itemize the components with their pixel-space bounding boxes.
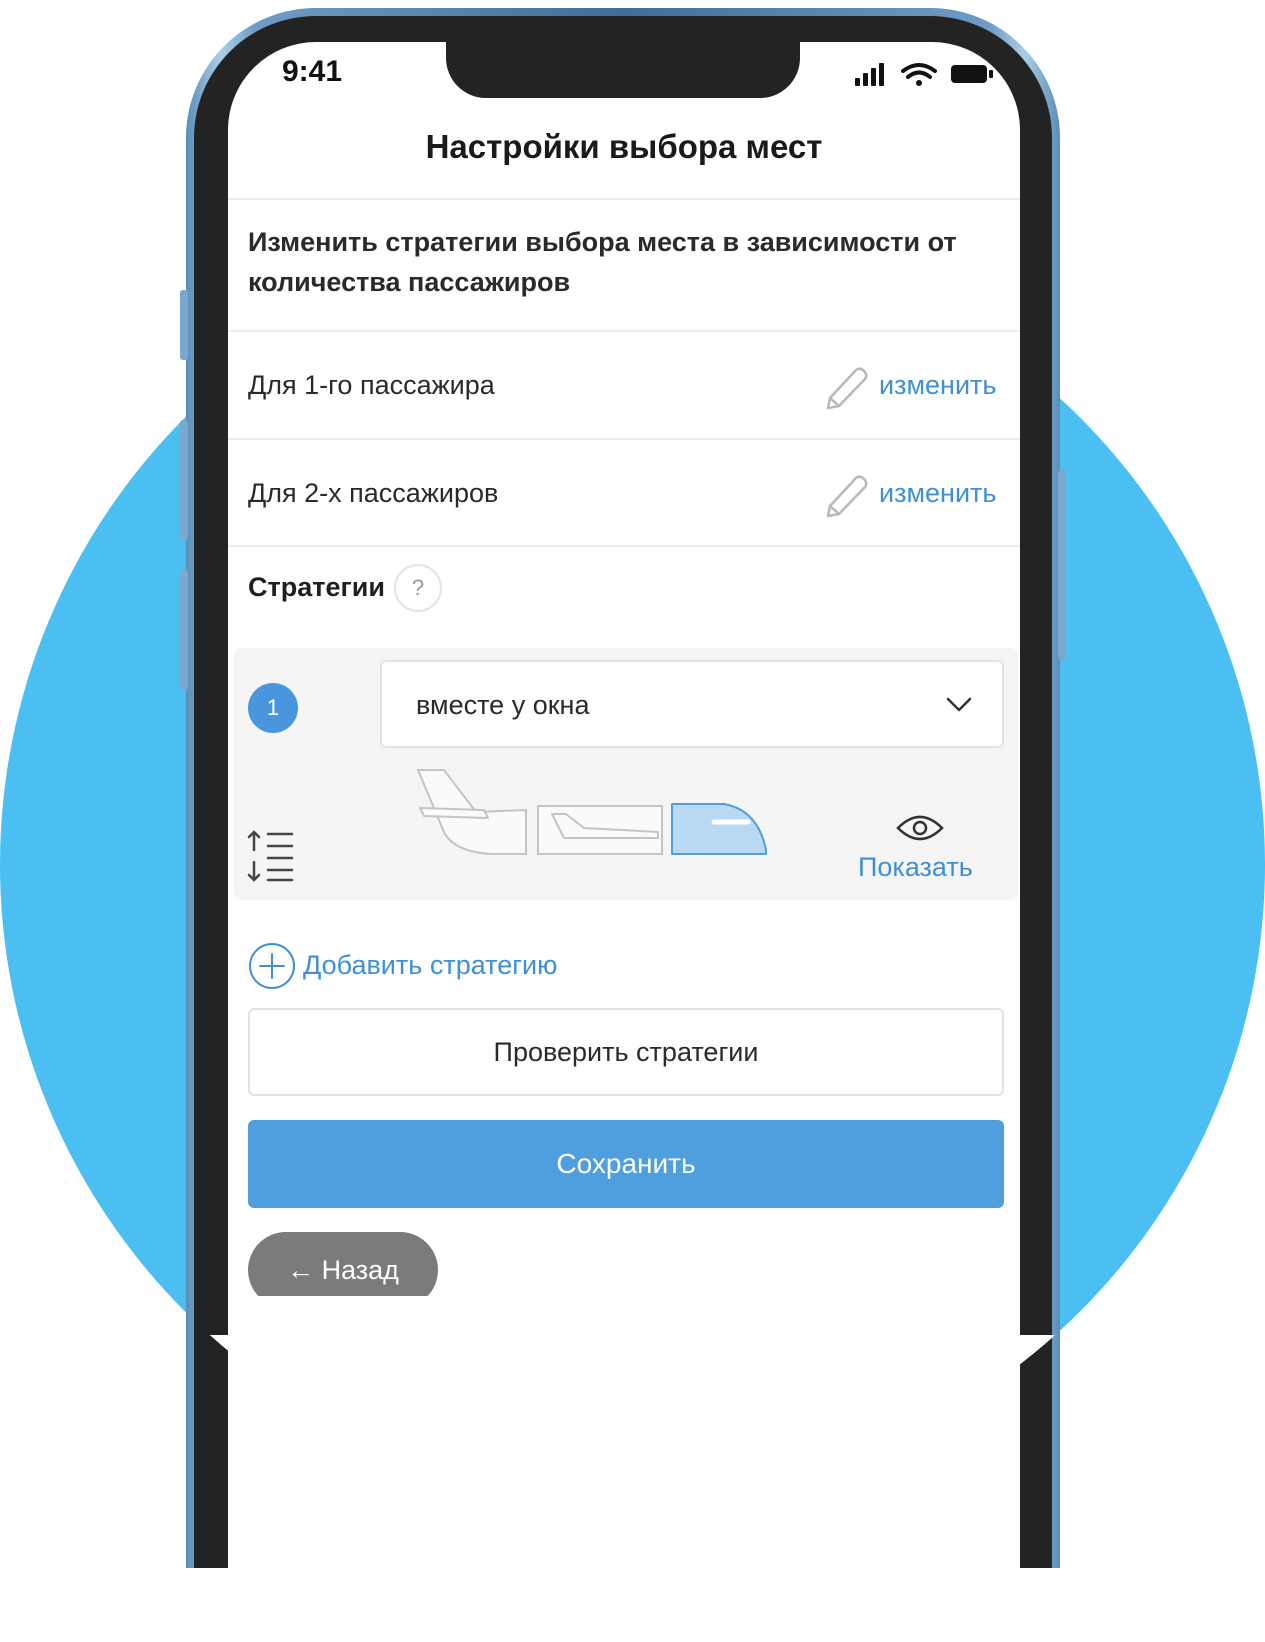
passenger-row-1-label: Для 1-го пассажира bbox=[248, 370, 495, 400]
status-time: 9:41 bbox=[282, 55, 343, 88]
passenger-row-2-label: Для 2-х пассажиров bbox=[248, 478, 499, 508]
signal-icon bbox=[855, 63, 884, 86]
add-strategy-link[interactable]: Добавить стратегию bbox=[303, 950, 557, 981]
divider bbox=[228, 198, 1020, 200]
divider bbox=[228, 330, 1020, 332]
airplane-front-section-highlighted bbox=[671, 803, 767, 855]
check-strategies-button[interactable]: Проверить стратегии bbox=[248, 1008, 1004, 1096]
airplane-preview bbox=[417, 769, 767, 855]
strategy-select-value: вместе у окна bbox=[416, 690, 590, 720]
pencil-icon[interactable] bbox=[822, 472, 872, 522]
phone-side-button bbox=[1058, 470, 1066, 660]
phone-side-button bbox=[180, 420, 188, 540]
chevron-down-icon bbox=[946, 697, 972, 712]
show-link[interactable]: Показать bbox=[858, 852, 973, 883]
divider bbox=[228, 438, 1020, 440]
strategies-label: Стратегии bbox=[248, 572, 385, 602]
battery-icon bbox=[951, 65, 993, 83]
back-button-wrapper: ← Назад bbox=[248, 1232, 438, 1296]
help-icon[interactable]: ? bbox=[394, 564, 442, 612]
eye-icon[interactable] bbox=[895, 810, 945, 846]
airplane-tail-section bbox=[417, 769, 527, 855]
pencil-icon[interactable] bbox=[822, 364, 872, 414]
description-text: Изменить стратегии выбора места в зависи… bbox=[248, 227, 957, 297]
phone-side-button bbox=[180, 570, 188, 690]
phone-side-button bbox=[180, 290, 188, 360]
status-icons bbox=[855, 63, 993, 86]
divider bbox=[228, 545, 1020, 547]
page-title: Настройки выбора мест bbox=[425, 128, 823, 165]
save-button[interactable]: Сохранить bbox=[248, 1120, 1004, 1208]
add-circle-icon[interactable] bbox=[248, 942, 296, 990]
back-button[interactable]: ← Назад bbox=[248, 1232, 438, 1296]
edit-link-1[interactable]: изменить bbox=[879, 370, 996, 401]
sort-icon[interactable] bbox=[246, 828, 296, 884]
strategy-select[interactable]: вместе у окна bbox=[380, 660, 1004, 748]
notch bbox=[446, 40, 800, 98]
edit-link-2[interactable]: изменить bbox=[879, 478, 996, 509]
strategy-number-badge: 1 bbox=[248, 683, 298, 733]
wifi-icon bbox=[901, 63, 937, 86]
airplane-middle-section bbox=[537, 805, 663, 855]
